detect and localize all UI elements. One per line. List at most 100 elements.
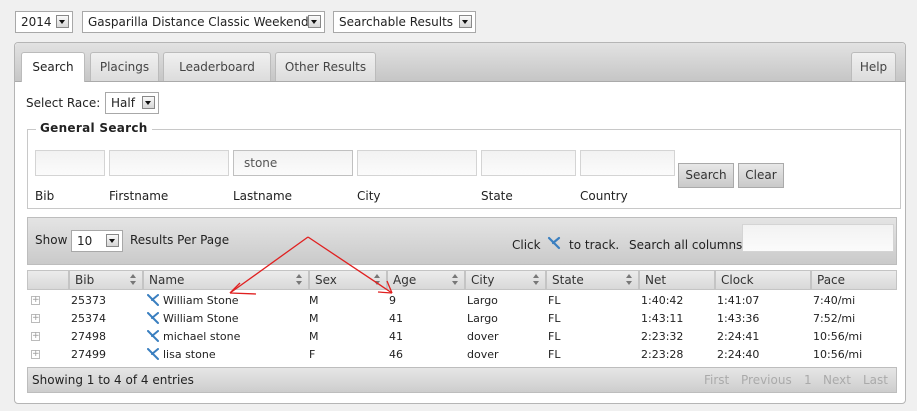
cell-city: dover: [467, 348, 499, 361]
chevron-down-icon: [308, 15, 321, 28]
expand-icon[interactable]: +: [31, 314, 40, 323]
country-label: Country: [580, 189, 628, 203]
results-panel: Search Placings Leaderboard Other Result…: [14, 42, 906, 404]
cell-net: 2:23:28: [641, 348, 684, 361]
per-page-select[interactable]: 10: [71, 230, 123, 252]
pagination-last[interactable]: Last: [863, 373, 888, 387]
expand-column-header: [27, 270, 69, 290]
column-header-net-label: Net: [645, 273, 667, 287]
column-header-name-label: Name: [149, 273, 185, 287]
cell-name[interactable]: lisa stone: [163, 346, 216, 364]
lastname-field[interactable]: stone: [233, 150, 353, 176]
city-label: City: [357, 189, 381, 203]
sort-icon: [374, 274, 381, 286]
chevron-down-icon: [56, 15, 69, 28]
per-page-suffix: Results Per Page: [130, 233, 230, 247]
year-select[interactable]: 2014: [15, 11, 73, 33]
pagination-page-1[interactable]: 1: [804, 373, 812, 387]
column-header-city-label: City: [471, 273, 495, 287]
table-controls-bar: Show 10 Results Per Page Click to track.…: [27, 217, 897, 265]
results-type-select[interactable]: Searchable Results: [333, 11, 476, 33]
race-select[interactable]: Half: [105, 92, 159, 114]
pagination-next[interactable]: Next: [823, 373, 851, 387]
search-all-input[interactable]: [742, 224, 894, 252]
track-icon[interactable]: [147, 348, 159, 360]
sort-icon: [296, 274, 303, 286]
city-field[interactable]: [357, 150, 477, 176]
cell-name[interactable]: William Stone: [163, 292, 239, 310]
cell-clock: 2:24:40: [717, 348, 760, 361]
track-label: to track.: [569, 238, 620, 252]
column-header-state[interactable]: State: [546, 270, 639, 290]
cell-name[interactable]: michael stone: [163, 328, 240, 346]
column-header-name[interactable]: Name: [143, 270, 309, 290]
sort-icon: [452, 274, 459, 286]
entries-info: Showing 1 to 4 of 4 entries: [32, 373, 194, 387]
table-row[interactable]: + 25374 William Stone M 41 Largo FL 1:43…: [27, 310, 897, 328]
cell-clock: 1:43:36: [717, 312, 760, 325]
column-header-sex[interactable]: Sex: [309, 270, 387, 290]
column-header-age[interactable]: Age: [387, 270, 465, 290]
tab-other-results[interactable]: Other Results: [275, 52, 376, 81]
search-all-label: Search all columns: [629, 238, 743, 252]
pagination-first[interactable]: First: [704, 373, 729, 387]
firstname-label: Firstname: [109, 189, 169, 203]
cell-pace: 10:56/mi: [813, 348, 863, 361]
clear-button[interactable]: Clear: [738, 163, 784, 188]
cell-bib: 27498: [71, 330, 106, 343]
column-header-clock[interactable]: Clock: [715, 270, 811, 290]
select-race-label: Select Race:: [26, 96, 101, 110]
cell-net: 1:43:11: [641, 312, 684, 325]
column-header-pace-label: Pace: [817, 273, 846, 287]
event-select-value: Gasparilla Distance Classic Weekend: [88, 15, 309, 29]
cell-age: 9: [389, 294, 396, 307]
cell-pace: 10:56/mi: [813, 330, 863, 343]
search-button[interactable]: Search: [678, 163, 734, 188]
expand-icon[interactable]: +: [31, 332, 40, 341]
sort-icon: [533, 274, 540, 286]
cell-pace: 7:40/mi: [813, 294, 856, 307]
column-header-bib-label: Bib: [75, 273, 95, 287]
tab-placings[interactable]: Placings: [90, 52, 159, 81]
race-select-value: Half: [111, 96, 135, 110]
show-label: Show: [35, 233, 68, 247]
track-icon: [547, 236, 561, 250]
cell-age: 41: [389, 330, 403, 343]
cell-age: 41: [389, 312, 403, 325]
column-header-bib[interactable]: Bib: [69, 270, 143, 290]
year-select-value: 2014: [21, 15, 52, 29]
cell-state: FL: [548, 294, 561, 307]
column-header-age-label: Age: [393, 273, 417, 287]
cell-clock: 1:41:07: [717, 294, 760, 307]
track-icon[interactable]: [147, 294, 159, 306]
column-header-net[interactable]: Net: [639, 270, 715, 290]
table-row[interactable]: + 25373 William Stone M 9 Largo FL 1:40:…: [27, 292, 897, 310]
sort-icon: [130, 274, 137, 286]
cell-name[interactable]: William Stone: [163, 310, 239, 328]
bib-label: Bib: [35, 189, 55, 203]
event-select[interactable]: Gasparilla Distance Classic Weekend: [82, 11, 325, 33]
column-header-pace[interactable]: Pace: [811, 270, 897, 290]
tab-leaderboard[interactable]: Leaderboard: [163, 52, 271, 81]
cell-net: 1:40:42: [641, 294, 684, 307]
cell-bib: 25374: [71, 312, 106, 325]
click-label: Click: [512, 238, 541, 252]
help-button[interactable]: Help: [851, 52, 896, 81]
tab-search[interactable]: Search: [21, 52, 85, 82]
cell-net: 2:23:32: [641, 330, 684, 343]
cell-city: Largo: [467, 294, 498, 307]
cell-sex: M: [309, 294, 319, 307]
column-header-city[interactable]: City: [465, 270, 546, 290]
track-icon[interactable]: [147, 330, 159, 342]
cell-state: FL: [548, 312, 561, 325]
table-row[interactable]: + 27499 lisa stone F 46 dover FL 2:23:28…: [27, 346, 897, 364]
track-icon[interactable]: [147, 312, 159, 324]
expand-icon[interactable]: +: [31, 296, 40, 305]
bib-field[interactable]: [35, 150, 105, 176]
state-field[interactable]: [481, 150, 576, 176]
pagination-previous[interactable]: Previous: [741, 373, 792, 387]
firstname-field[interactable]: [109, 150, 229, 176]
table-row[interactable]: + 27498 michael stone M 41 dover FL 2:23…: [27, 328, 897, 346]
country-field[interactable]: [580, 150, 675, 176]
expand-icon[interactable]: +: [31, 350, 40, 359]
